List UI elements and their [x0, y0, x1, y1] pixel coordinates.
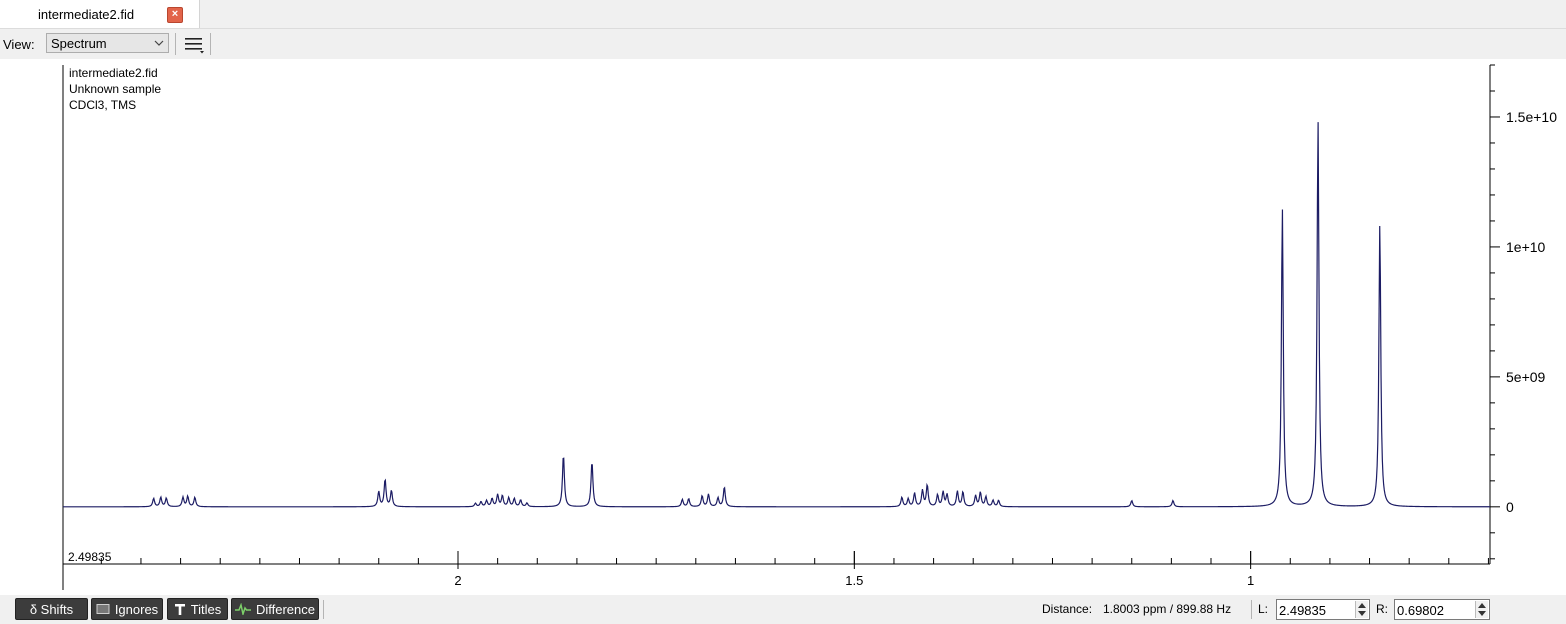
titles-button[interactable]: Titles — [167, 598, 228, 620]
toolbar-separator — [175, 33, 176, 55]
x-axis-ticks: 2 1.5 1 — [100, 551, 1489, 588]
shifts-button-label: δ Shifts — [29, 601, 74, 617]
l-spinbox-value: 2.49835 — [1279, 603, 1326, 618]
tab-title: intermediate2.fid — [38, 7, 135, 22]
view-toolbar: View: Spectrum — [0, 29, 1566, 59]
info-sample: Unknown sample — [69, 82, 162, 96]
spectrum-plot[interactable]: 2 1.5 1 1.5e+10 1e+10 5e+09 0 intermediate2.f… — [0, 59, 1566, 598]
plot-axes — [62, 65, 1491, 590]
arrow-down-icon[interactable] — [1478, 611, 1486, 616]
arrow-up-icon[interactable] — [1358, 603, 1366, 608]
rectangle-icon — [96, 603, 110, 615]
waveform-icon — [234, 603, 251, 615]
shifts-button[interactable]: δ Shifts — [15, 598, 88, 620]
bottom-bar: δ Shifts Ignores Titles Difference Dista… — [0, 595, 1566, 624]
arrow-down-icon[interactable] — [1358, 611, 1366, 616]
y-tick-label: 5e+09 — [1506, 369, 1546, 385]
tab-bar: intermediate2.fid × — [0, 0, 1566, 29]
difference-button[interactable]: Difference — [231, 598, 319, 620]
l-spinbox-arrows[interactable] — [1355, 601, 1368, 618]
bottom-separator — [323, 600, 324, 619]
view-select[interactable]: Spectrum — [46, 33, 169, 53]
close-icon[interactable]: × — [167, 7, 183, 23]
y-axis-ticks: 1.5e+10 1e+10 5e+09 0 — [1490, 64, 1557, 560]
r-spinbox[interactable]: 0.69802 — [1394, 599, 1490, 620]
spectrum-line — [63, 122, 1490, 508]
text-t-icon — [174, 603, 186, 616]
info-filename: intermediate2.fid — [69, 66, 158, 80]
distance-label: Distance: — [1042, 602, 1093, 616]
spectrum-svg[interactable]: 2 1.5 1 1.5e+101e+105e+090 — [0, 59, 1566, 595]
y-tick-label: 0 — [1506, 499, 1514, 515]
tab-intermediate2[interactable]: intermediate2.fid × — [0, 0, 200, 28]
difference-button-label: Difference — [255, 601, 315, 617]
menu-button[interactable] — [182, 33, 206, 55]
ignores-button-label: Ignores — [114, 601, 159, 617]
view-label: View: — [3, 37, 35, 52]
x-tick-label: 1.5 — [845, 573, 863, 588]
info-solvent: CDCl3, TMS — [69, 98, 137, 112]
x-tick-label: 2 — [454, 573, 461, 588]
bottom-separator — [1251, 600, 1252, 619]
arrow-up-icon[interactable] — [1478, 603, 1486, 608]
r-spinbox-value: 0.69802 — [1397, 603, 1444, 618]
toolbar-separator — [210, 33, 211, 55]
hamburger-menu-icon — [185, 38, 204, 54]
y-tick-label: 1e+10 — [1506, 239, 1546, 255]
left-limit-label: 2.49835 — [68, 550, 112, 564]
view-select-value: Spectrum — [51, 36, 107, 51]
l-label: L: — [1258, 602, 1269, 616]
ignores-button[interactable]: Ignores — [91, 598, 163, 620]
titles-button-label: Titles — [190, 601, 222, 617]
distance-value: 1.8003 ppm / 899.88 Hz — [1103, 602, 1232, 616]
x-tick-label: 1 — [1247, 573, 1254, 588]
chevron-down-icon — [154, 35, 164, 54]
r-label: R: — [1376, 602, 1388, 616]
y-tick-label: 1.5e+10 — [1506, 109, 1557, 125]
r-spinbox-arrows[interactable] — [1475, 601, 1488, 618]
l-spinbox[interactable]: 2.49835 — [1276, 599, 1370, 620]
